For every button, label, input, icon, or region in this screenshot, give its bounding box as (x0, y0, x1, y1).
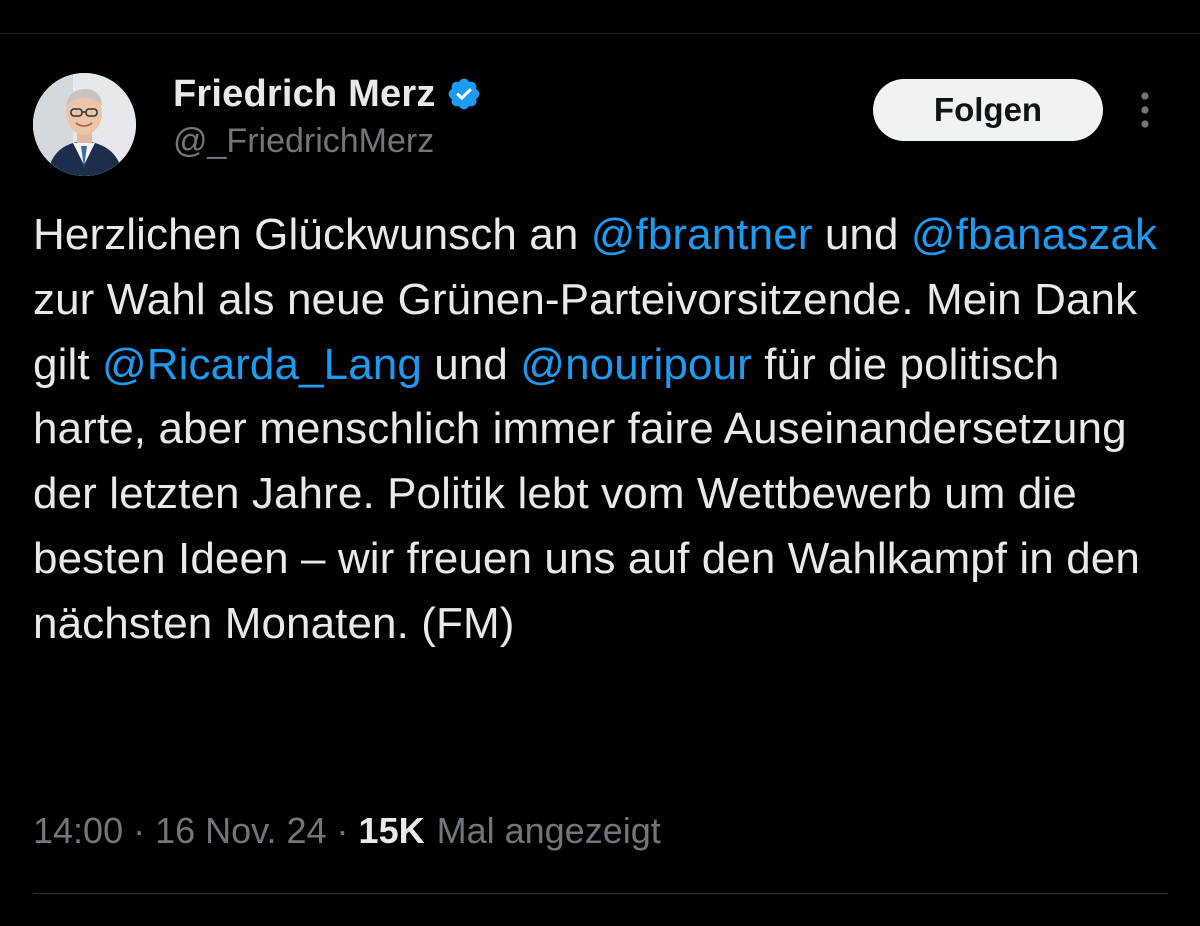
meta-separator: · (133, 810, 146, 851)
mention-link[interactable]: @Ricarda_Lang (102, 340, 422, 389)
name-row: Friedrich Merz (173, 70, 482, 118)
avatar[interactable] (33, 73, 136, 176)
views-count: 15K (358, 810, 425, 851)
tweet-meta: 14:00 · 16 Nov. 24 · 15K Mal angezeigt (33, 810, 661, 852)
tweet-date[interactable]: 16 Nov. 24 (155, 810, 326, 852)
follow-button[interactable]: Folgen (873, 79, 1103, 141)
tweet-header: Friedrich Merz @_FriedrichMerz Folgen (33, 70, 1168, 176)
author-info: Friedrich Merz @_FriedrichMerz (173, 70, 482, 161)
mention-link[interactable]: @fbanaszak (911, 210, 1157, 259)
meta-separator: · (336, 810, 349, 851)
tweet-text-segment: Herzlichen Glückwunsch an (33, 210, 591, 259)
tweet-time[interactable]: 14:00 (33, 810, 123, 852)
tweet-text: Herzlichen Glückwunsch an @fbrantner und… (33, 203, 1173, 657)
bottom-divider (33, 893, 1168, 894)
user-handle[interactable]: @_FriedrichMerz (173, 122, 482, 161)
mention-link[interactable]: @fbrantner (591, 210, 813, 259)
top-divider (0, 33, 1200, 34)
more-options-icon[interactable] (1130, 90, 1160, 130)
mention-link[interactable]: @nouripour (520, 340, 752, 389)
views-label: Mal angezeigt (436, 810, 661, 851)
tweet-text-segment: und (812, 210, 911, 259)
tweet-text-segment: und (421, 339, 521, 389)
verified-badge-icon (446, 76, 482, 112)
display-name[interactable]: Friedrich Merz (173, 73, 436, 116)
person-portrait-avatar-icon (33, 73, 136, 176)
